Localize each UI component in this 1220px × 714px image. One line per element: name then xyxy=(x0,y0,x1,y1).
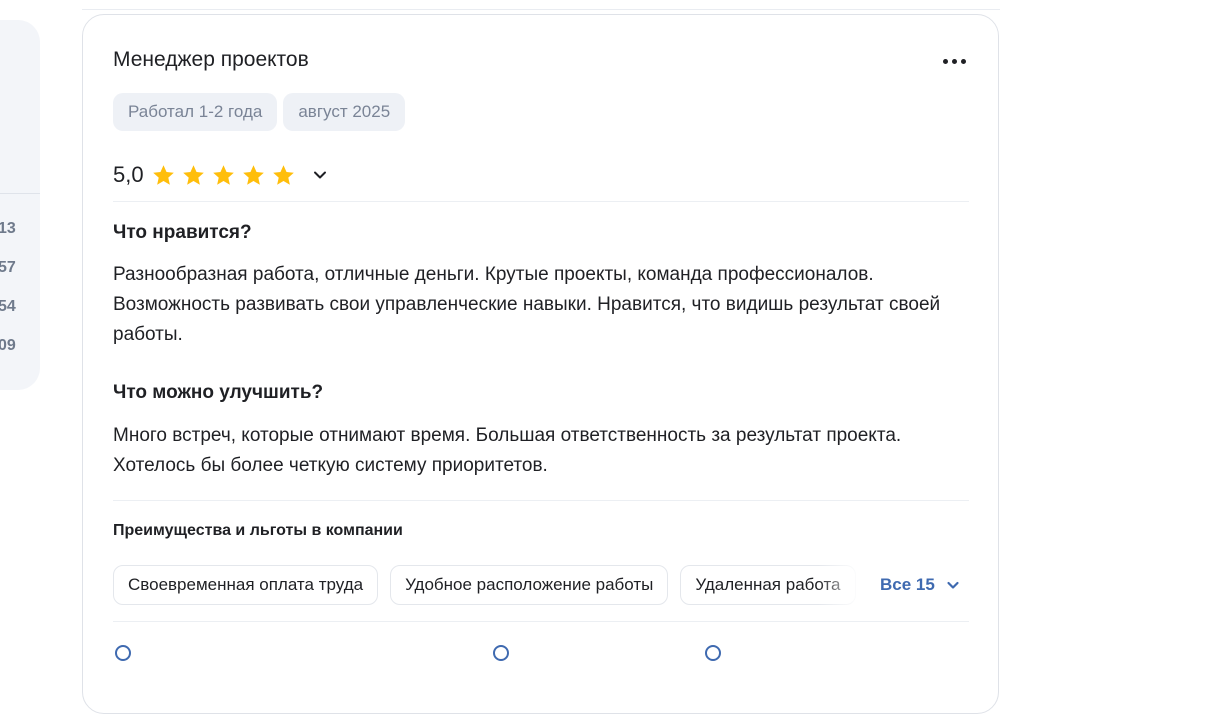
likes-text: Разнообразная работа, отличные деньги. К… xyxy=(113,264,941,345)
benefit-chip: Удаленная работа xyxy=(680,565,856,605)
star-icon xyxy=(151,163,176,188)
divider xyxy=(113,201,969,202)
star-icon xyxy=(271,163,296,188)
show-all-benefits-button[interactable]: Все 15 xyxy=(880,575,961,595)
date-tag: август 2025 xyxy=(283,93,406,131)
more-horizontal-icon xyxy=(960,58,966,64)
sidebar-divider xyxy=(0,193,40,194)
sidebar-panel: 13 57 54 09 xyxy=(0,20,40,390)
action-icon[interactable] xyxy=(493,645,509,661)
review-tags: Работал 1-2 года август 2025 xyxy=(113,93,406,131)
improve-text: Много встреч, которые отнимают время. Бо… xyxy=(113,425,902,476)
show-all-label: Все 15 xyxy=(880,575,935,594)
benefits-chips: Своевременная оплата труда Удобное распо… xyxy=(113,565,868,605)
top-divider xyxy=(82,9,1000,10)
likes-heading: Что нравится? xyxy=(113,222,252,243)
chevron-down-icon xyxy=(947,581,959,589)
experience-tag: Работал 1-2 года xyxy=(113,93,278,131)
more-horizontal-icon xyxy=(942,58,948,64)
sidebar-stat-value: 13 xyxy=(0,220,16,237)
rating-details-toggle[interactable] xyxy=(310,165,330,185)
star-icon xyxy=(181,163,206,188)
sidebar-stat-value: 09 xyxy=(0,337,16,354)
action-icon[interactable] xyxy=(705,645,721,661)
rating-stars xyxy=(151,163,296,188)
improve-heading: Что можно улучшить? xyxy=(113,382,324,403)
sidebar-stat-value: 57 xyxy=(0,259,16,276)
star-icon xyxy=(241,163,266,188)
more-options-button[interactable] xyxy=(939,55,969,67)
action-icon[interactable] xyxy=(115,645,131,661)
star-icon xyxy=(211,163,236,188)
rating-row: 5,0 xyxy=(113,160,330,190)
benefit-chip: Своевременная оплата труда xyxy=(113,565,379,605)
review-card: Менеджер проектов Работал 1-2 года авгус… xyxy=(82,14,999,714)
more-horizontal-icon xyxy=(951,58,957,64)
review-actions-row xyxy=(113,645,973,665)
chevron-down-icon xyxy=(313,171,326,179)
benefits-heading: Преимущества и льготы в компании xyxy=(113,522,403,539)
review-title: Менеджер проектов xyxy=(113,48,309,71)
divider xyxy=(113,621,969,622)
sidebar-stat-value: 54 xyxy=(0,298,16,315)
rating-value: 5,0 xyxy=(113,162,144,187)
benefit-chip: Удобное расположение работы xyxy=(390,565,669,605)
divider xyxy=(113,500,969,501)
